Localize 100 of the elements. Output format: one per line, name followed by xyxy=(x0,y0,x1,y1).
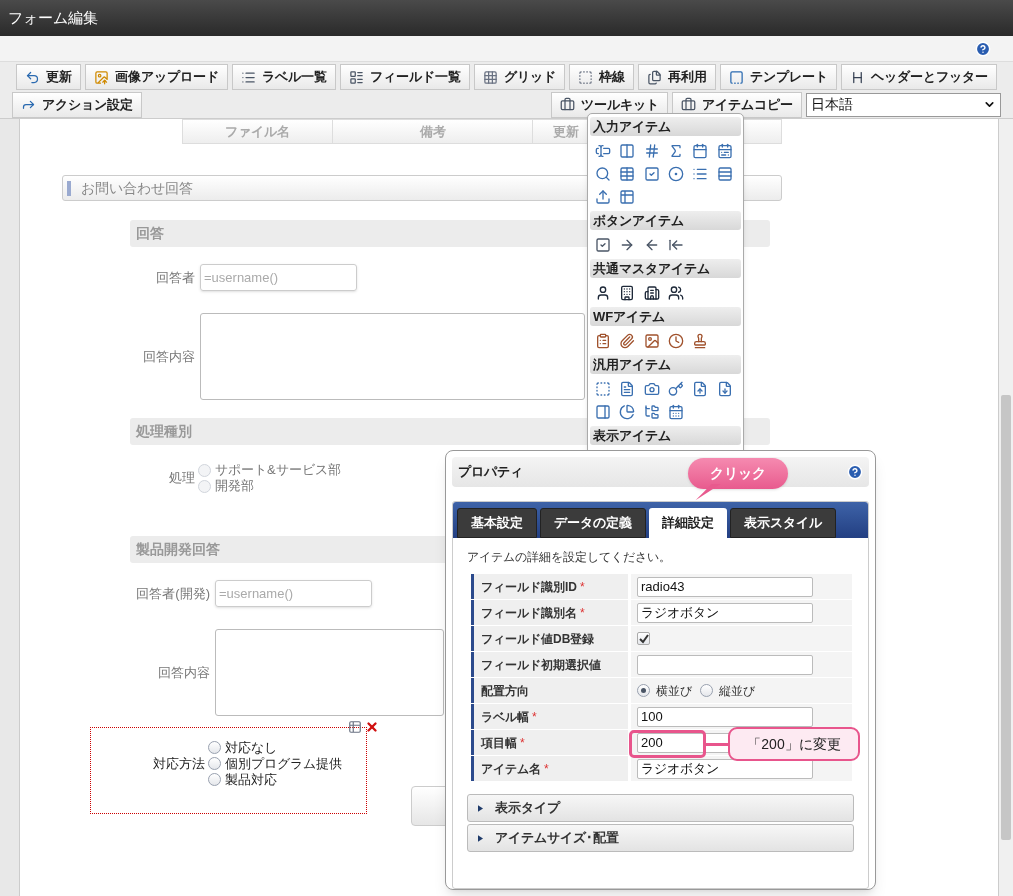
field-label: 処理 xyxy=(169,469,195,488)
required-mark: * xyxy=(532,708,537,726)
tree-icon[interactable] xyxy=(643,403,660,420)
grid-icon xyxy=(483,69,498,85)
text-field[interactable] xyxy=(637,654,813,675)
radio-icon[interactable] xyxy=(668,165,684,182)
toolbar-button[interactable]: ツールキット xyxy=(551,91,668,118)
help-icon[interactable] xyxy=(847,464,863,480)
radio-button[interactable] xyxy=(700,684,713,697)
toolbar-button[interactable]: テンプレート xyxy=(720,64,837,90)
description-text: アイテムの詳細を設定してください。 xyxy=(467,549,672,566)
field-label: 回答内容 xyxy=(143,347,195,366)
document-icon[interactable] xyxy=(619,380,636,397)
file-up-icon[interactable] xyxy=(692,380,709,397)
list-icon xyxy=(241,69,256,85)
key-icon[interactable] xyxy=(668,380,684,397)
rows-icon[interactable] xyxy=(716,165,733,182)
palette-section-header: WFアイテム xyxy=(590,307,741,326)
property-label: フィールド識別名 xyxy=(481,604,577,622)
toolbar-button[interactable]: 更新 xyxy=(16,64,81,90)
camera-icon[interactable] xyxy=(643,380,660,397)
radio-button[interactable] xyxy=(637,684,650,697)
building-icon[interactable] xyxy=(643,284,660,301)
required-mark: * xyxy=(580,578,585,596)
building-icon[interactable] xyxy=(619,284,636,301)
toolbar-button[interactable]: ヘッダーとフッター xyxy=(841,64,997,90)
triangle-icon xyxy=(478,804,483,812)
checked-button-icon[interactable] xyxy=(595,236,611,253)
checkbox[interactable] xyxy=(637,632,650,645)
language-select[interactable]: 日本語 xyxy=(806,92,1001,117)
text-field[interactable]: =username() xyxy=(215,580,372,607)
help-icon[interactable] xyxy=(975,40,991,57)
dashed-square-icon[interactable] xyxy=(595,380,611,397)
radio-button[interactable] xyxy=(208,757,221,770)
upload-icon[interactable] xyxy=(595,188,611,205)
callout-bubble: クリック xyxy=(688,458,788,489)
required-mark: * xyxy=(520,734,525,752)
palette-section-header: 入力アイテム xyxy=(590,117,741,136)
clock-icon[interactable] xyxy=(668,332,684,349)
tab[interactable]: 基本設定 xyxy=(457,508,537,538)
property-label: フィールド識別ID xyxy=(481,578,577,596)
column-header: ファイル名 xyxy=(183,120,333,143)
selected-item-frame[interactable]: 対応方法 対応なし 個別プログラム提供 製品対応 xyxy=(90,727,367,814)
close-icon[interactable] xyxy=(365,720,379,734)
image-upload-icon xyxy=(94,69,109,85)
tab[interactable]: 表示スタイル xyxy=(730,508,836,538)
user-icon[interactable] xyxy=(595,284,611,301)
option-label: 個別プログラム提供 xyxy=(225,755,342,773)
toolbar-button[interactable]: 画像アップロード xyxy=(85,64,228,90)
calendar-icon[interactable] xyxy=(668,403,684,420)
text-field[interactable]: 100 xyxy=(637,706,813,727)
file-down-icon[interactable] xyxy=(716,380,733,397)
text-field[interactable]: =username() xyxy=(200,264,357,291)
palette-section-header: 共通マスタアイテム xyxy=(590,259,741,278)
table-icon[interactable] xyxy=(348,720,362,734)
property-label: 項目幅 xyxy=(481,734,517,752)
callout-tooltip: 「200」に変更 xyxy=(728,727,860,761)
option-label: 縦並び xyxy=(719,682,755,700)
text-field-icon[interactable] xyxy=(595,142,611,159)
tab[interactable]: 詳細設定 xyxy=(649,508,727,538)
calendar-icon[interactable] xyxy=(692,142,709,159)
users-icon[interactable] xyxy=(668,284,684,301)
option-label: 製品対応 xyxy=(225,770,277,789)
text-field[interactable]: ラジオボタン xyxy=(637,602,813,623)
image-icon[interactable] xyxy=(643,332,660,349)
radio-button[interactable] xyxy=(198,463,211,477)
toolbar-button[interactable]: グリッド xyxy=(474,64,565,90)
table-icon[interactable] xyxy=(619,188,636,205)
calendar-icon[interactable] xyxy=(716,142,733,159)
accordion-header[interactable]: アイテムサイズ･配置 xyxy=(467,824,854,852)
toolbar-button[interactable]: アイテムコピー xyxy=(672,91,802,118)
checkbox-icon[interactable] xyxy=(643,165,660,182)
toolbar-button[interactable]: アクション設定 xyxy=(12,91,142,118)
list-icon xyxy=(349,69,364,85)
dashed-square-icon xyxy=(578,69,593,85)
field-label: 対応方法 xyxy=(153,754,205,773)
clipboard-icon[interactable] xyxy=(595,332,611,349)
accordion-header[interactable]: 表示タイプ xyxy=(467,794,854,822)
radio-button[interactable] xyxy=(208,773,221,786)
arrow-icon xyxy=(25,69,40,85)
paperclip-icon[interactable] xyxy=(619,332,636,349)
table-icon[interactable] xyxy=(619,165,636,182)
toolbar-button[interactable]: 枠線 xyxy=(569,64,634,90)
toolbar-button[interactable]: 再利用 xyxy=(638,64,716,90)
function-icon[interactable] xyxy=(668,142,684,159)
stamp-icon[interactable] xyxy=(692,332,709,349)
field-label: 回答者 xyxy=(156,268,195,287)
number-icon[interactable] xyxy=(643,142,660,159)
panel-icon[interactable] xyxy=(595,403,611,420)
toolbar-button[interactable]: フィールド一覧 xyxy=(340,64,470,90)
toolbar-button[interactable]: ラベル一覧 xyxy=(232,64,336,90)
text-field[interactable]: ラジオボタン xyxy=(637,758,813,779)
search-icon[interactable] xyxy=(595,165,611,182)
property-label: アイテム名 xyxy=(481,760,541,778)
radio-button[interactable] xyxy=(208,741,221,754)
text-field[interactable]: radio43 xyxy=(637,576,813,597)
tab[interactable]: データの定義 xyxy=(540,508,646,538)
pie-chart-icon[interactable] xyxy=(619,403,636,420)
radio-button[interactable] xyxy=(198,479,211,493)
columns-icon[interactable] xyxy=(619,142,636,159)
